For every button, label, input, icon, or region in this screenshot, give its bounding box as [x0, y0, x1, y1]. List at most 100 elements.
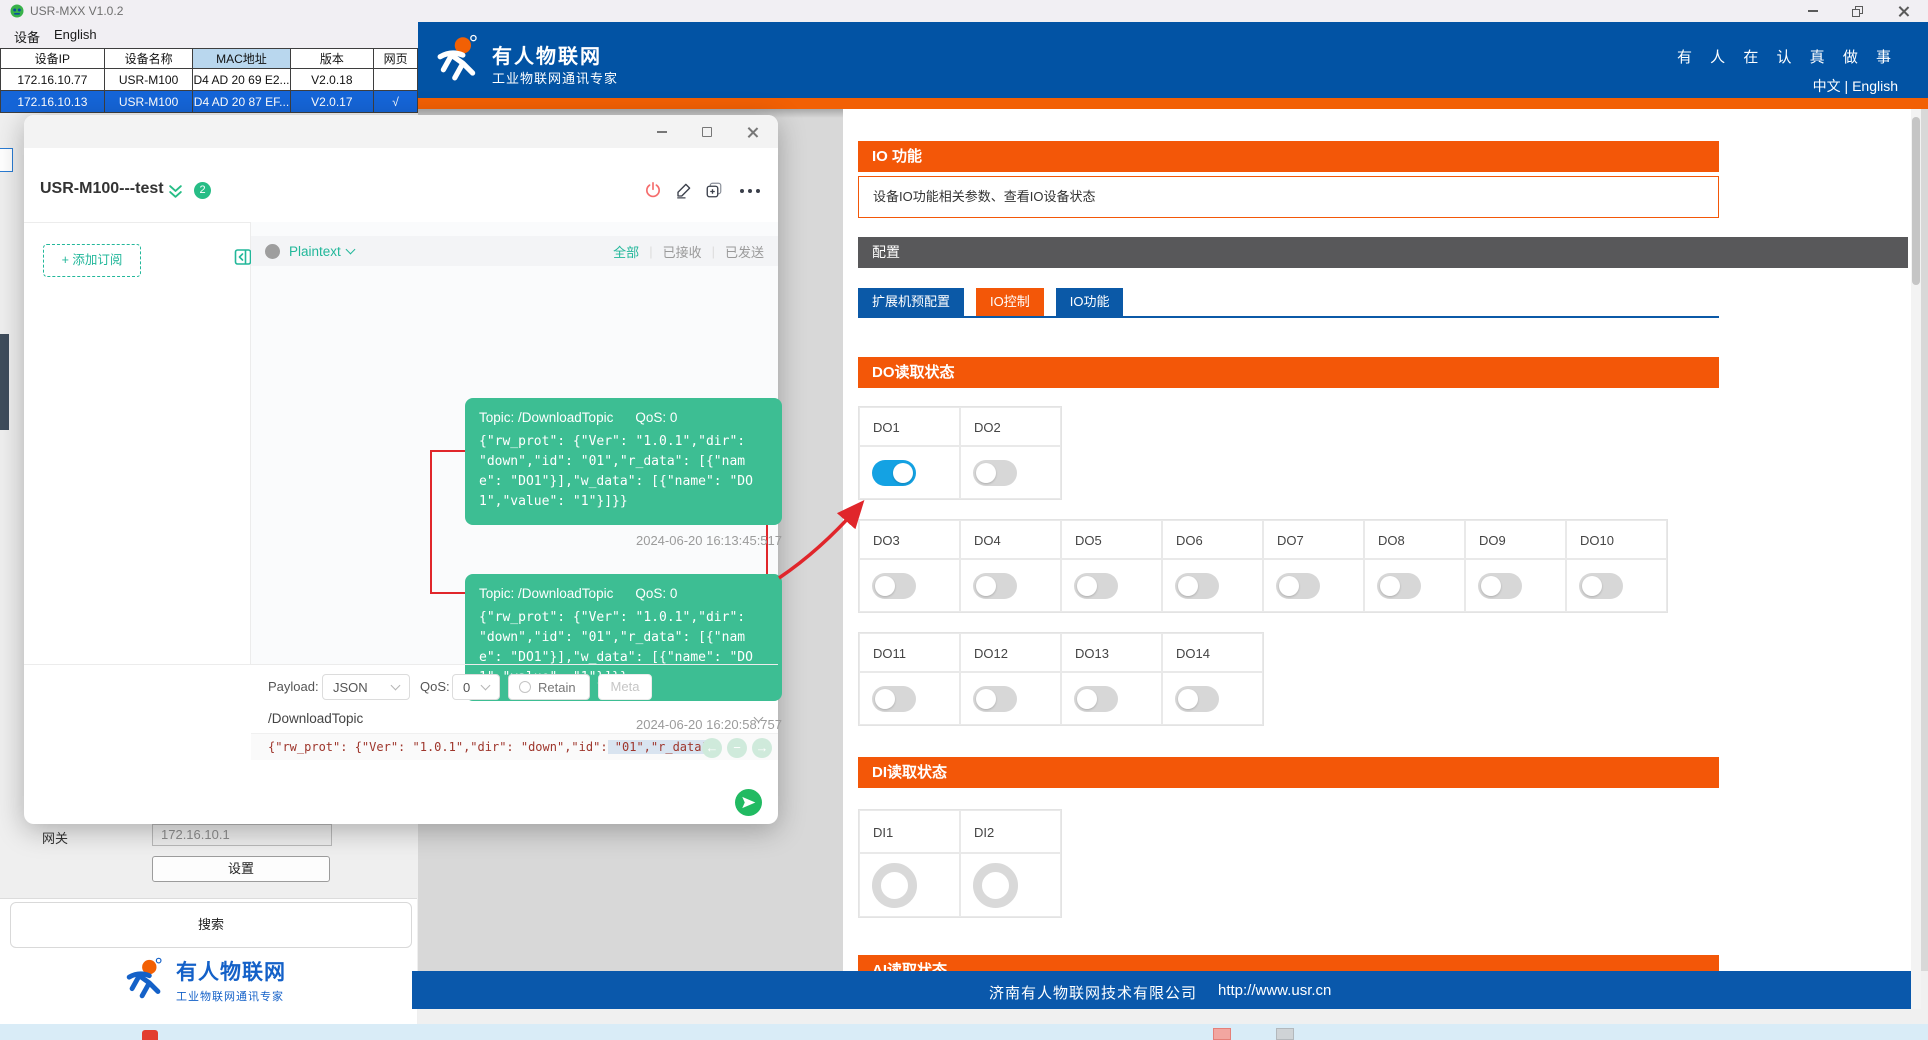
device-table-row[interactable]: 172.16.10.13USR-M100D4 AD 20 87 EF...V2.… — [1, 91, 418, 113]
footer-url[interactable]: http://www.usr.cn — [1218, 982, 1331, 999]
power-icon[interactable] — [644, 181, 662, 199]
filter-全部[interactable]: 全部 — [613, 242, 639, 261]
forward-arrow-button[interactable]: → — [752, 738, 772, 758]
mqtt-maximize-icon[interactable] — [699, 124, 715, 140]
device-table-cell — [374, 69, 418, 91]
back-arrow-button[interactable]: ← — [702, 738, 722, 758]
tab-IO功能[interactable]: IO功能 — [1056, 288, 1124, 316]
do-toggle-row — [859, 672, 1263, 725]
payload-type-select[interactable]: JSON — [322, 674, 410, 700]
device-table-header-row: 设备IP设备名称MAC地址版本网页 — [1, 49, 418, 69]
toggle-DO13[interactable] — [1074, 686, 1118, 712]
toggle-knob — [893, 463, 913, 483]
device-col-header[interactable]: 版本 — [290, 49, 374, 69]
topic-input[interactable]: /DownloadTopic — [268, 706, 762, 732]
do-toggle-row — [859, 559, 1667, 612]
toggle-DO5[interactable] — [1074, 573, 1118, 599]
device-col-header[interactable]: MAC地址 — [193, 49, 290, 69]
double-chevron-down-icon[interactable] — [167, 183, 184, 200]
taskbar-icon-red[interactable] — [142, 1030, 158, 1040]
search-button[interactable]: 搜索 — [10, 902, 412, 948]
toggle-DO3[interactable] — [872, 573, 916, 599]
remove-button[interactable]: − — [727, 738, 747, 758]
toggle-knob — [1077, 689, 1097, 709]
filter-separator: | — [649, 244, 652, 259]
footer-company: 济南有人物联网技术有限公司 — [989, 982, 1197, 1003]
do-toggle-cell — [1263, 559, 1364, 612]
di-indicator-DI1 — [872, 863, 917, 908]
message-topic: Topic: /DownloadTopicQoS: 0 — [479, 410, 768, 425]
do-toggle-cell — [1061, 672, 1162, 725]
toggle-DO12[interactable] — [973, 686, 1017, 712]
send-button[interactable] — [735, 789, 762, 816]
di-indicator-cell — [960, 853, 1061, 917]
message-filters: 全部|已接收|已发送 — [613, 242, 764, 261]
do-section-banner: DO读取状态 — [858, 357, 1719, 388]
page-scrollbar-thumb[interactable] — [1912, 117, 1920, 285]
edit-pencil-icon[interactable] — [675, 181, 693, 199]
more-ellipsis-icon[interactable] — [740, 183, 764, 197]
menu-device[interactable]: 设备 — [14, 27, 40, 46]
message-qos: QoS: 0 — [635, 586, 677, 601]
app-close-icon[interactable] — [1896, 4, 1910, 18]
duplicate-plus-icon[interactable] — [705, 181, 723, 199]
usr-logo: 有人物联网 工业物联网通讯专家 — [122, 956, 286, 1004]
toggle-DO7[interactable] — [1276, 573, 1320, 599]
message-qos: QoS: 0 — [635, 410, 677, 425]
di-indicator-DI2 — [973, 863, 1018, 908]
io-section-banner: IO 功能 — [858, 141, 1719, 172]
payload-label: Payload: — [268, 679, 319, 694]
do-toggle-cell — [1364, 559, 1465, 612]
mqtt-close-icon[interactable] — [744, 124, 760, 140]
language-switch[interactable]: 中文 | English — [1813, 76, 1898, 96]
toggle-DO9[interactable] — [1478, 573, 1522, 599]
do-label-DO5: DO5 — [1061, 520, 1162, 559]
app-restore-icon[interactable] — [1850, 4, 1864, 18]
web-logo-title: 有人物联网 — [492, 40, 602, 69]
app-menubar: 设备 English — [0, 22, 418, 48]
do-toggle-cell — [1162, 559, 1263, 612]
web-slogan: 有 人 在 认 真 做 事 — [1677, 46, 1898, 67]
do-label-DO13: DO13 — [1061, 633, 1162, 672]
settings-button[interactable]: 设置 — [152, 856, 330, 882]
device-table-row[interactable]: 172.16.10.77USR-M100D4 AD 20 69 E2...V2.… — [1, 69, 418, 91]
di-header-row: DI1DI2 — [859, 810, 1061, 853]
message-bubble[interactable]: Topic: /DownloadTopicQoS: 0{"rw_prot": {… — [465, 398, 782, 525]
payload-editor[interactable]: {"rw_prot": {"Ver": "1.0.1","dir": "down… — [251, 733, 778, 760]
taskbar-strip — [0, 1024, 1928, 1040]
toggle-DO11[interactable] — [872, 686, 916, 712]
toggle-knob — [1077, 576, 1097, 596]
taskbar-icon-2[interactable] — [1276, 1028, 1294, 1040]
toggle-DO10[interactable] — [1579, 573, 1623, 599]
retain-option[interactable]: Retain — [508, 674, 590, 700]
app-minimize-icon[interactable] — [1806, 4, 1820, 18]
collapse-panel-icon[interactable] — [234, 248, 252, 266]
menu-english[interactable]: English — [54, 27, 97, 42]
device-col-header[interactable]: 设备IP — [1, 49, 105, 69]
meta-button[interactable]: Meta — [598, 674, 652, 700]
filter-已接收[interactable]: 已接收 — [663, 242, 702, 261]
left-edge-artifact — [0, 148, 13, 172]
toggle-DO6[interactable] — [1175, 573, 1219, 599]
di-indicator-cell — [859, 853, 960, 917]
filter-已发送[interactable]: 已发送 — [725, 242, 764, 261]
device-col-header[interactable]: 网页 — [374, 49, 418, 69]
mqtt-minimize-icon[interactable] — [654, 124, 670, 140]
do-header-row: DO1DO2 — [859, 407, 1061, 446]
payload-format-select[interactable]: Plaintext — [289, 244, 341, 259]
tab-IO控制[interactable]: IO控制 — [976, 288, 1044, 316]
toggle-DO4[interactable] — [973, 573, 1017, 599]
toggle-DO2[interactable] — [973, 460, 1017, 486]
toggle-DO1[interactable] — [872, 460, 916, 486]
toggle-knob — [976, 463, 996, 483]
device-col-header[interactable]: 设备名称 — [104, 49, 193, 69]
tab-扩展机预配置[interactable]: 扩展机预配置 — [858, 288, 964, 316]
toggle-knob — [1582, 576, 1602, 596]
taskbar-icon-1[interactable] — [1213, 1028, 1231, 1040]
retain-radio[interactable] — [519, 681, 531, 693]
add-subscription-button[interactable]: + 添加订阅 — [43, 244, 141, 277]
qos-select[interactable]: 0 — [452, 674, 500, 700]
gateway-input[interactable]: 172.16.10.1 — [152, 824, 332, 846]
toggle-DO14[interactable] — [1175, 686, 1219, 712]
toggle-DO8[interactable] — [1377, 573, 1421, 599]
